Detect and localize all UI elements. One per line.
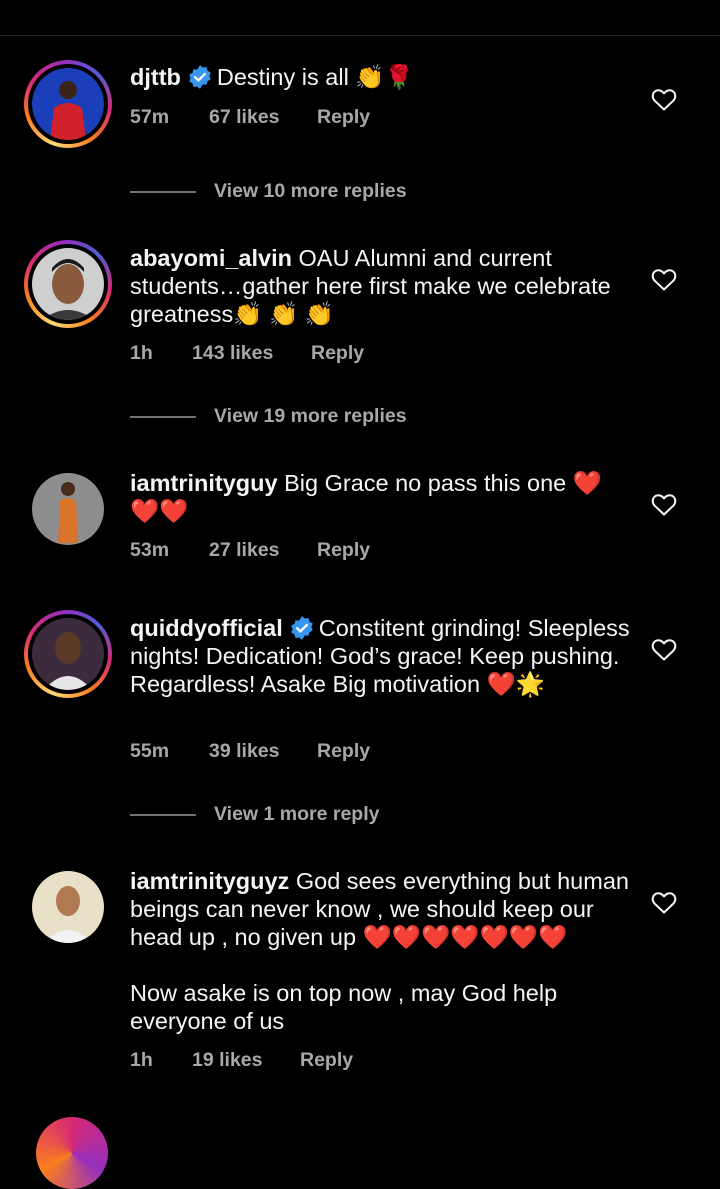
heart-outline-icon[interactable] bbox=[651, 493, 677, 517]
avatar[interactable] bbox=[32, 871, 104, 943]
heart-outline-icon[interactable] bbox=[651, 638, 677, 662]
comment-text: abayomi_alvin OAU Alumni and current stu… bbox=[130, 244, 630, 328]
reply-button[interactable]: Reply bbox=[317, 740, 370, 763]
likes-count[interactable]: 143 likes bbox=[192, 342, 273, 365]
reply-button[interactable]: Reply bbox=[311, 342, 364, 365]
comment-text: djttb Destiny is all 👏🌹 bbox=[130, 63, 630, 91]
reply-button[interactable]: Reply bbox=[317, 539, 370, 562]
timestamp: 53m bbox=[130, 539, 170, 561]
timestamp: 1h bbox=[130, 1049, 153, 1071]
username[interactable]: quiddyofficial bbox=[130, 615, 283, 641]
view-more-replies[interactable]: View 10 more replies bbox=[130, 180, 530, 204]
avatar[interactable] bbox=[24, 610, 112, 698]
verified-badge-icon bbox=[291, 616, 313, 640]
timestamp: 55m bbox=[130, 740, 170, 762]
timestamp: 57m bbox=[130, 106, 170, 128]
username[interactable]: djttb bbox=[130, 64, 181, 90]
likes-count[interactable]: 39 likes bbox=[209, 740, 279, 763]
avatar[interactable] bbox=[24, 240, 112, 328]
comment-text: quiddyofficial Constitent grinding! Sleep… bbox=[130, 614, 630, 698]
comment-text: iamtrinityguy Big Grace no pass this one… bbox=[130, 469, 630, 525]
reply-button[interactable]: Reply bbox=[300, 1049, 353, 1072]
reply-button[interactable]: Reply bbox=[317, 106, 370, 129]
avatar[interactable] bbox=[36, 1117, 108, 1189]
comment-body: Destiny is all 👏🌹 bbox=[216, 64, 414, 90]
heart-outline-icon[interactable] bbox=[651, 891, 677, 915]
likes-count[interactable]: 67 likes bbox=[209, 106, 279, 129]
heart-outline-icon[interactable] bbox=[651, 88, 677, 112]
username[interactable]: abayomi_alvin bbox=[130, 245, 292, 271]
avatar[interactable] bbox=[32, 473, 104, 545]
username[interactable]: iamtrinityguyz bbox=[130, 868, 289, 894]
top-divider bbox=[0, 35, 720, 36]
likes-count[interactable]: 19 likes bbox=[192, 1049, 262, 1072]
timestamp: 1h bbox=[130, 342, 153, 364]
comment-text: iamtrinityguyz God sees everything but h… bbox=[130, 867, 630, 1035]
username[interactable]: iamtrinityguy bbox=[130, 470, 278, 496]
avatar[interactable] bbox=[24, 60, 112, 148]
view-more-replies[interactable]: View 1 more reply bbox=[130, 803, 530, 827]
likes-count[interactable]: 27 likes bbox=[209, 539, 279, 562]
view-more-replies[interactable]: View 19 more replies bbox=[130, 405, 530, 429]
verified-badge-icon bbox=[189, 65, 211, 89]
heart-outline-icon[interactable] bbox=[651, 268, 677, 292]
comment-body-continued: Now asake is on top now , may God help e… bbox=[130, 980, 558, 1034]
